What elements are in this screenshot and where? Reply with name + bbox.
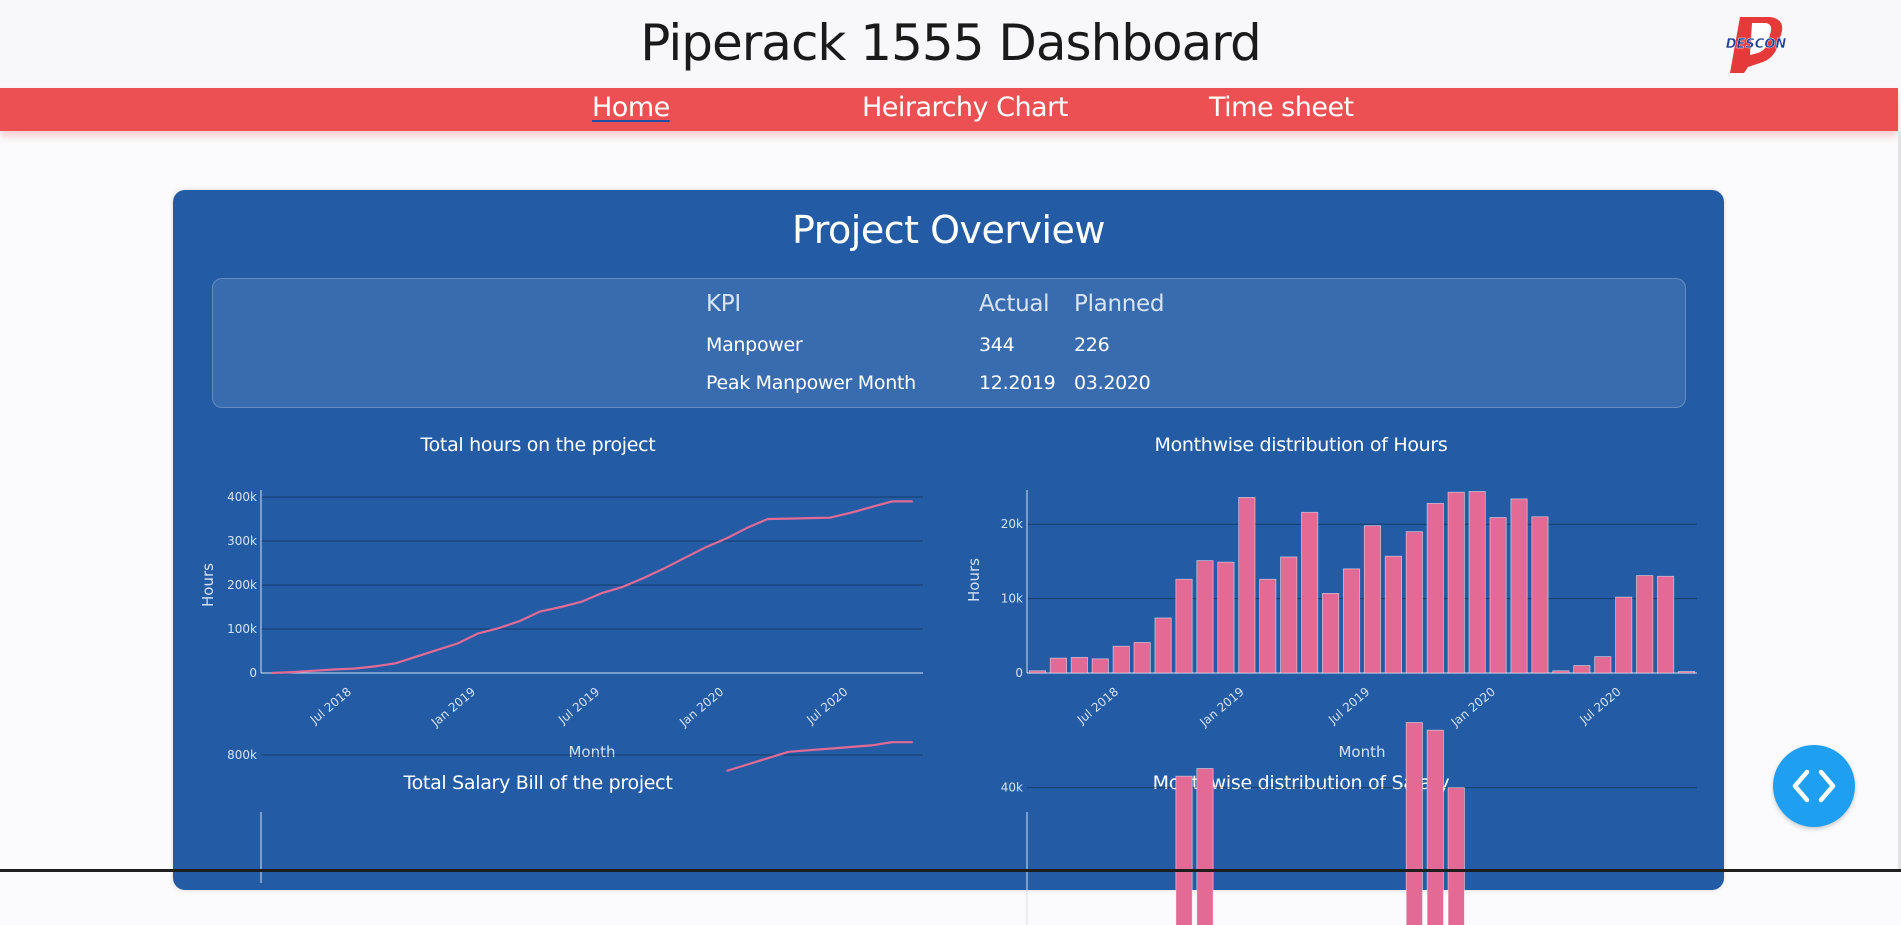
y-axis-label: Hours (965, 558, 983, 602)
x-axis-label: Month (1338, 743, 1385, 761)
chart-title-total-hours: Total hours on the project (368, 434, 708, 456)
bar (1532, 517, 1548, 673)
y-tick-label: 0 (1015, 666, 1023, 680)
kpi-row-label: Manpower (706, 334, 802, 356)
nav-link-hierarchy-chart[interactable]: Heirarchy Chart (862, 92, 1068, 123)
bar (1406, 723, 1422, 925)
y-tick-label: 400k (227, 490, 257, 504)
x-axis-label: Month (568, 743, 615, 761)
page-header: Piperack 1555 Dashboard DESCON (0, 0, 1901, 88)
y-axis-label: Hours (199, 563, 217, 607)
x-tick-label: Jul 2018 (1074, 685, 1121, 728)
bar (1469, 491, 1485, 673)
bar (1364, 526, 1380, 673)
bar (1511, 499, 1527, 673)
x-tick-label: Jan 2020 (676, 685, 726, 730)
bar (1197, 561, 1213, 673)
bar (1050, 658, 1066, 673)
y-tick-label: 100k (227, 622, 257, 636)
bar (1301, 512, 1317, 673)
bar (1427, 503, 1443, 673)
x-tick-label: Jan 2020 (1448, 685, 1498, 730)
bar (1197, 769, 1213, 925)
y-tick-label: 40k (1001, 781, 1023, 795)
bar (1448, 492, 1464, 673)
overview-title: Project Overview (173, 208, 1724, 252)
monthwise-salary-bar-chart: 40k (943, 805, 1733, 925)
bar (1406, 532, 1422, 673)
bar (1595, 657, 1611, 673)
bar (1155, 618, 1171, 673)
nav-link-home[interactable]: Home (592, 92, 670, 123)
x-tick-label: Jul 2019 (1325, 685, 1372, 728)
kpi-row-actual: 344 (979, 334, 1014, 356)
kpi-table: KPI Actual Planned Manpower 344 226 Peak… (212, 278, 1686, 408)
x-tick-label: Jul 2020 (1576, 685, 1623, 728)
bar (1427, 730, 1443, 925)
kpi-row-label: Peak Manpower Month (706, 372, 916, 394)
nav-link-time-sheet[interactable]: Time sheet (1209, 92, 1354, 123)
logo-wordmark: DESCON (1726, 37, 1786, 52)
x-tick-label: Jul 2019 (555, 685, 602, 728)
bar (1553, 671, 1569, 673)
bar (1176, 776, 1192, 925)
bar (1448, 788, 1464, 925)
y-tick-label: 300k (227, 534, 257, 548)
bar (1071, 657, 1087, 673)
bar (1176, 579, 1192, 673)
y-tick-label: 20k (1001, 517, 1023, 531)
descon-logo: DESCON (1726, 15, 1786, 73)
bar (1385, 556, 1401, 673)
kpi-row-actual: 12.2019 (979, 372, 1055, 394)
y-tick-label: 200k (227, 578, 257, 592)
kpi-header-actual: Actual (979, 291, 1049, 317)
bar (1636, 576, 1652, 673)
page-title: Piperack 1555 Dashboard (0, 14, 1901, 72)
bar (1029, 671, 1045, 673)
nav-bar: Home Heirarchy Chart Time sheet (0, 88, 1898, 131)
bar (1281, 557, 1297, 673)
bar (1574, 666, 1590, 673)
kpi-row-planned: 226 (1074, 334, 1109, 356)
kpi-header-planned: Planned (1074, 291, 1164, 317)
chevron-left-right-icon (1773, 745, 1855, 827)
line-series (271, 501, 912, 673)
total-salary-line-chart: 800k (173, 805, 953, 925)
x-tick-label: Jul 2018 (307, 685, 354, 728)
bar (1322, 593, 1338, 673)
code-navigation-button[interactable] (1773, 745, 1855, 827)
kpi-row-planned: 03.2020 (1074, 372, 1150, 394)
kpi-header-kpi: KPI (706, 291, 741, 317)
total-hours-line-chart: 0 100k 200k 300k 400k Jul 2018 Jan 2019 Jul 201… (173, 470, 953, 790)
bar (1134, 642, 1150, 673)
chart-title-monthwise-hours: Monthwise distribution of Hours (1101, 434, 1501, 456)
bar (1260, 579, 1276, 673)
bar (1678, 672, 1694, 673)
y-tick-label: 0 (249, 666, 257, 680)
bar (1218, 562, 1234, 673)
y-tick-label: 800k (227, 748, 257, 762)
bar (1239, 497, 1255, 673)
x-tick-label: Jan 2019 (428, 685, 478, 730)
x-tick-label: Jan 2019 (1197, 685, 1247, 730)
x-tick-label: Jul 2020 (803, 685, 850, 728)
bar (1657, 576, 1673, 673)
bar (1092, 659, 1108, 673)
y-tick-label: 10k (1001, 592, 1023, 606)
bar (1113, 646, 1129, 673)
bar (1343, 569, 1359, 673)
bar (1616, 597, 1632, 673)
bar (1490, 518, 1506, 673)
project-overview-panel: Project Overview KPI Actual Planned Manp… (173, 190, 1724, 890)
monthwise-hours-bar-chart: 0 10k 20k Jul 2018 Jan 2019 Jul 2019 Jan 2020 J… (943, 470, 1733, 790)
